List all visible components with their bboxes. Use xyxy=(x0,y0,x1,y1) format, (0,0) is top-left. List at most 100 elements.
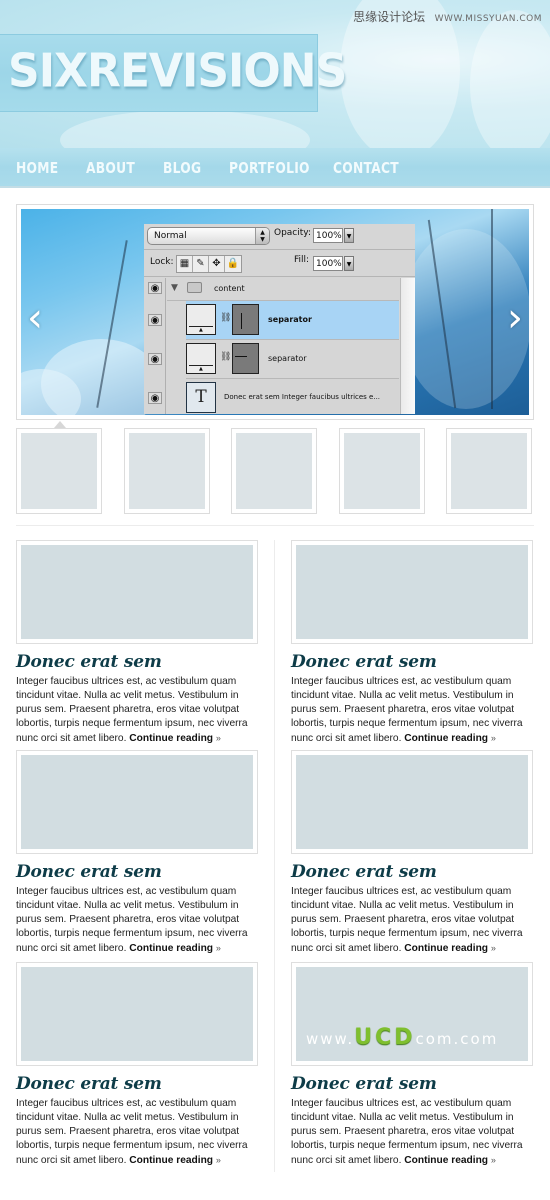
lock-all-icon[interactable]: 🔒 xyxy=(225,256,241,272)
raquo-icon: » xyxy=(215,1155,221,1165)
nav-about[interactable]: ABOUT xyxy=(86,159,135,177)
folder-icon xyxy=(187,282,202,293)
post-image[interactable] xyxy=(16,962,258,1066)
nav-home[interactable]: HOME xyxy=(16,159,58,177)
continue-reading-link[interactable]: Continue reading xyxy=(404,943,488,954)
post-title[interactable]: Donec erat sem xyxy=(291,862,535,882)
tree-branch-decoration xyxy=(491,209,493,409)
blend-mode-value: Normal xyxy=(154,231,187,241)
raquo-icon: » xyxy=(490,1155,496,1165)
continue-reading-link[interactable]: Continue reading xyxy=(129,733,213,744)
lock-label: Lock: xyxy=(150,257,174,267)
layers-scrollbar[interactable] xyxy=(400,278,415,414)
eye-icon[interactable]: ◉ xyxy=(148,392,162,404)
text-layer-icon: T xyxy=(186,382,216,413)
opacity-input[interactable]: 100% xyxy=(313,228,343,243)
layer-name: content xyxy=(214,284,245,293)
lock-paint-icon[interactable]: ✎ xyxy=(193,256,209,272)
lock-move-icon[interactable]: ✥ xyxy=(209,256,225,272)
post-image[interactable] xyxy=(291,750,533,854)
layer-thumbnail: ▲ xyxy=(186,343,216,374)
post-title[interactable]: Donec erat sem xyxy=(16,652,260,672)
slider-next-arrow-icon[interactable]: › xyxy=(507,295,523,341)
continue-reading-link[interactable]: Continue reading xyxy=(129,1155,213,1166)
slider-thumbnail[interactable] xyxy=(446,428,532,514)
continue-reading-link[interactable]: Continue reading xyxy=(404,733,488,744)
layer-mask-thumbnail xyxy=(232,304,259,335)
blend-mode-select[interactable]: Normal ▲ ▼ xyxy=(147,227,270,245)
nav-contact[interactable]: CONTACT xyxy=(333,159,399,177)
post-excerpt: Integer faucibus ultrices est, ac vestib… xyxy=(291,1097,535,1168)
slide-image: ‹ › Normal ▲ ▼ Opacity: 100% ▼ Lock: ▦ ✎ … xyxy=(21,209,529,415)
post-image[interactable]: www.UCDcom.com xyxy=(291,962,533,1066)
eye-icon[interactable]: ◉ xyxy=(148,282,162,294)
slider-thumbnail[interactable] xyxy=(339,428,425,514)
raquo-icon: » xyxy=(215,733,221,743)
post-image[interactable] xyxy=(16,750,258,854)
post-title[interactable]: Donec erat sem xyxy=(16,862,260,882)
post-image[interactable] xyxy=(291,540,533,644)
opacity-dropdown-icon[interactable]: ▼ xyxy=(344,228,354,243)
post-image[interactable] xyxy=(16,540,258,644)
continue-reading-link[interactable]: Continue reading xyxy=(129,943,213,954)
watermark-url: WWW.MISSYUAN.COM xyxy=(434,14,542,24)
visibility-column: ◉ ◉ ◉ ◉ xyxy=(144,278,166,414)
post-title[interactable]: Donec erat sem xyxy=(16,1074,260,1094)
layer-name: separator xyxy=(268,354,307,363)
post-title[interactable]: Donec erat sem xyxy=(291,652,535,672)
disclosure-triangle-icon[interactable]: ▼ xyxy=(171,283,178,293)
ucd-prefix: www. xyxy=(306,1030,355,1048)
post-excerpt: Integer faucibus ultrices est, ac vestib… xyxy=(16,675,260,746)
continue-reading-link[interactable]: Continue reading xyxy=(404,1155,488,1166)
post-card: www.UCDcom.com Donec erat sem Integer fa… xyxy=(291,962,535,1168)
ucd-brand: UCD xyxy=(354,1025,416,1050)
slider-thumbnail[interactable] xyxy=(16,428,102,514)
layer-row[interactable]: ▲ ⛓ separator xyxy=(186,340,399,379)
slider-thumbnail[interactable] xyxy=(231,428,317,514)
layer-name: Donec erat sem Integer faucibus ultrices… xyxy=(224,393,381,401)
post-card: Donec erat sem Integer faucibus ultrices… xyxy=(291,750,535,956)
layer-name: separator xyxy=(268,315,312,324)
main-nav: HOME ABOUT BLOG PORTFOLIO CONTACT xyxy=(0,148,550,188)
eye-icon[interactable]: ◉ xyxy=(148,353,162,365)
active-thumb-pointer-icon xyxy=(54,421,66,428)
featured-slider: ‹ › Normal ▲ ▼ Opacity: 100% ▼ Lock: ▦ ✎ … xyxy=(16,204,534,420)
slider-prev-arrow-icon[interactable]: ‹ xyxy=(27,295,43,341)
layer-row-text[interactable]: T Donec erat sem Integer faucibus ultric… xyxy=(186,379,399,414)
layer-mask-thumbnail xyxy=(232,343,259,374)
lock-buttons: ▦ ✎ ✥ 🔒 xyxy=(176,255,242,273)
post-card: Donec erat sem Integer faucibus ultrices… xyxy=(291,540,535,746)
post-excerpt: Integer faucibus ultrices est, ac vestib… xyxy=(16,885,260,956)
raquo-icon: » xyxy=(490,943,496,953)
site-logo[interactable]: SIXREVISIONS xyxy=(8,45,347,99)
nav-portfolio[interactable]: PORTFOLIO xyxy=(229,159,310,177)
opacity-label: Opacity: xyxy=(274,228,311,238)
eye-icon[interactable]: ◉ xyxy=(148,314,162,326)
slider-thumbnail[interactable] xyxy=(124,428,210,514)
fill-dropdown-icon[interactable]: ▼ xyxy=(344,256,354,271)
spinner-icon: ▲ ▼ xyxy=(255,228,269,244)
layers-list: ◉ ◉ ◉ ◉ ▼ content ▲ ⛓ separator ▲ ⛓ sepa… xyxy=(144,278,415,414)
post-excerpt: Integer faucibus ultrices est, ac vestib… xyxy=(291,885,535,956)
lock-transparency-icon[interactable]: ▦ xyxy=(177,256,193,272)
post-title[interactable]: Donec erat sem xyxy=(291,1074,535,1094)
layer-row-selected[interactable]: ▲ ⛓ separator xyxy=(186,301,399,340)
column-divider xyxy=(274,540,275,1172)
layer-thumbnail: ▲ xyxy=(186,304,216,335)
post-excerpt: Integer faucibus ultrices est, ac vestib… xyxy=(16,1097,260,1168)
watermark-chinese: 思缘设计论坛 xyxy=(353,10,426,24)
link-chain-icon[interactable]: ⛓ xyxy=(220,313,231,323)
raquo-icon: » xyxy=(215,943,221,953)
section-divider xyxy=(16,525,534,526)
post-card: Donec erat sem Integer faucibus ultrices… xyxy=(16,540,260,746)
nav-blog[interactable]: BLOG xyxy=(163,159,201,177)
fill-label: Fill: xyxy=(294,255,310,265)
fill-input[interactable]: 100% xyxy=(313,256,343,271)
layer-group-row[interactable]: ▼ content xyxy=(167,278,399,301)
source-watermark: 思缘设计论坛 WWW.MISSYUAN.COM xyxy=(353,8,542,25)
lock-row: Lock: ▦ ✎ ✥ 🔒 Fill: 100% ▼ xyxy=(144,251,415,277)
ucd-suffix: com.com xyxy=(415,1030,499,1048)
link-chain-icon[interactable]: ⛓ xyxy=(220,352,231,362)
ucd-watermark: www.UCDcom.com xyxy=(306,1025,528,1061)
blend-options-row: Normal ▲ ▼ Opacity: 100% ▼ xyxy=(144,224,415,250)
